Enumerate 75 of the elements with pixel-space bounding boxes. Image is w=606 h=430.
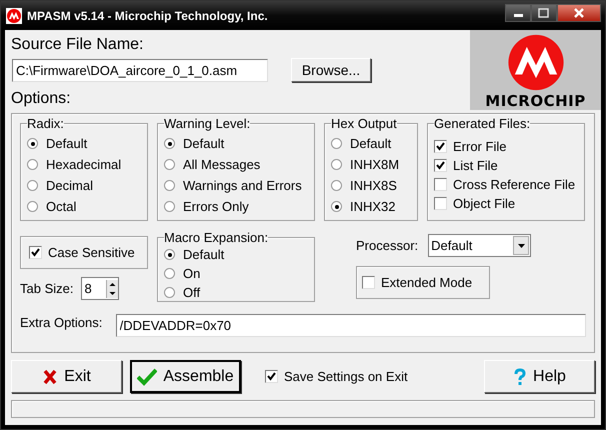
option-label: Octal — [46, 199, 76, 214]
radio-button[interactable] — [27, 180, 38, 191]
group-title: Generated Files: — [434, 116, 530, 131]
checkbox[interactable] — [434, 178, 447, 191]
option-label: Default — [183, 136, 224, 151]
exit-button[interactable]: Exit — [11, 360, 122, 393]
option-label: Errors Only — [183, 199, 249, 214]
question-icon — [513, 368, 528, 386]
radio-button[interactable] — [164, 201, 175, 212]
option-label: All Messages — [183, 157, 260, 172]
option-label: Default — [183, 247, 224, 262]
option-label: On — [183, 266, 200, 281]
minimize-icon — [514, 14, 522, 17]
checkmark-icon — [137, 368, 158, 386]
group-title: Warning Level: — [164, 116, 250, 131]
option-label: INHX8S — [350, 178, 397, 193]
extra-options-label: Extra Options: — [20, 315, 104, 330]
option-label: Default — [46, 136, 88, 151]
option-label: List File — [453, 158, 498, 173]
radio-button[interactable] — [164, 180, 175, 191]
source-file-field[interactable]: C:\Firmware\DOA_aircore_0_1_0.asm — [12, 58, 268, 82]
option-label: INHX8M — [350, 157, 400, 172]
option-label: Hexadecimal — [46, 157, 122, 172]
radio-button[interactable] — [331, 159, 342, 170]
assemble-button[interactable]: Assemble — [130, 360, 241, 393]
minimize-button[interactable] — [505, 4, 531, 22]
checkbox-label: Extended Mode — [381, 275, 472, 290]
radio-button[interactable] — [27, 201, 38, 212]
options-label: Options: — [11, 90, 71, 108]
extra-options-field[interactable]: /DDEVADDR=0x70 — [116, 314, 586, 337]
checkbox-label: Case Sensitive — [48, 245, 135, 260]
window-title: MPASM v5.14 - Microchip Technology, Inc. — [27, 8, 269, 22]
processor-dropdown[interactable]: Default — [428, 234, 532, 257]
group-title: Radix: — [27, 116, 64, 131]
maximize-icon — [538, 8, 550, 18]
radio-button[interactable] — [164, 138, 175, 149]
help-button[interactable]: Help — [484, 360, 595, 393]
maximize-button[interactable] — [531, 4, 557, 22]
radio-button[interactable] — [164, 287, 175, 298]
checkbox[interactable] — [265, 370, 278, 383]
radio-button[interactable] — [27, 159, 38, 170]
caret-icon — [516, 242, 526, 248]
logo-wordmark: MICROCHIP — [485, 92, 586, 110]
option-label: Object File — [453, 196, 516, 211]
group-title: Macro Expansion: — [164, 230, 268, 245]
checkbox[interactable] — [434, 197, 447, 210]
tab-size-spinner[interactable]: 8 — [81, 277, 120, 300]
tab-size-label: Tab Size: — [20, 281, 74, 296]
checkbox[interactable] — [434, 159, 447, 172]
checkbox-label: Save Settings on Exit — [284, 369, 408, 384]
option-label: Decimal — [46, 178, 93, 193]
option-label: INHX32 — [350, 199, 396, 214]
radio-button[interactable] — [331, 138, 342, 149]
browse-button[interactable]: Browse... — [291, 58, 371, 82]
source-file-label: Source File Name: — [11, 36, 144, 54]
cross-icon — [42, 368, 58, 384]
close-icon — [573, 8, 585, 18]
radio-button[interactable] — [164, 268, 175, 279]
option-label: Default — [350, 136, 392, 151]
group-title: Hex Output — [331, 116, 397, 131]
close-button[interactable] — [557, 4, 601, 22]
radio-button[interactable] — [331, 201, 342, 212]
checkbox[interactable] — [434, 140, 447, 153]
option-label: Off — [183, 285, 200, 300]
radio-button[interactable] — [331, 180, 342, 191]
radio-button[interactable] — [27, 138, 38, 149]
radio-button[interactable] — [164, 249, 175, 260]
option-label: Cross Reference File — [453, 177, 576, 192]
checkbox[interactable] — [29, 246, 42, 259]
option-label: Error File — [453, 139, 506, 154]
app-icon — [6, 8, 22, 24]
option-label: Warnings and Errors — [183, 178, 302, 193]
radio-button[interactable] — [164, 159, 175, 170]
checkbox[interactable] — [362, 276, 375, 289]
processor-label: Processor: — [356, 238, 418, 253]
